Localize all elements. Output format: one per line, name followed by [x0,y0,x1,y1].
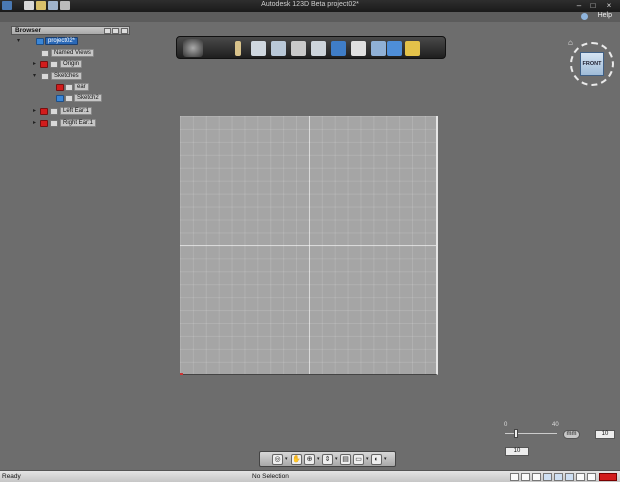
status-ready: Ready [2,473,21,480]
tree-node-left-ear[interactable]: Left Ear:1 [60,107,93,115]
pattern-icon[interactable] [311,41,326,56]
help-icon[interactable] [581,13,588,20]
view-dropdown-icon[interactable]: ▾ [366,456,370,462]
main-toolbar [176,36,446,59]
component-icon [50,108,58,115]
minimize-button[interactable]: – [574,1,584,10]
tree-node-label: Origin [63,61,80,67]
orbit-icon[interactable]: ◎ [272,454,283,465]
visibility-off-icon[interactable] [40,120,48,127]
tree-node-sketches[interactable]: Sketches [51,72,82,80]
modeling-canvas[interactable] [180,116,438,375]
close-button[interactable]: × [604,1,614,10]
grid-slider-track[interactable] [505,433,557,434]
tree-node-named-views[interactable]: Named Views [51,49,94,57]
zoom-icon[interactable]: ⊕ [304,454,315,465]
grid-slider-handle[interactable] [514,429,518,438]
grid-size-field[interactable]: 10 [595,430,615,439]
visibility-off-icon[interactable] [40,108,48,115]
navigation-bar: ◎ ▾ ✋ ⊕ ▾ ⇕ ▾ ▤ ▭ ▾ ◐ ▾ [259,451,396,467]
tree-node-label: Named Views [54,50,91,56]
construct-icon[interactable] [271,41,286,56]
status-icon-3[interactable] [532,473,541,481]
tree-node-sketch-ear[interactable]: ear [74,83,89,91]
measure-icon[interactable] [371,41,386,56]
browser-panel: Browser ▾ project02* Named Views ▸ Origi… [11,26,130,136]
status-color-swatch[interactable] [599,473,617,481]
snap-value-field[interactable]: 10 [505,447,529,456]
origin-marker [180,373,183,375]
tree-node-label: Sketches [54,73,79,79]
status-icon-2[interactable] [521,473,530,481]
text-2d-icon[interactable] [387,41,402,56]
sketch-tool-icon[interactable] [235,41,241,56]
zoom-dropdown-icon[interactable]: ▾ [317,456,321,462]
inspect-icon[interactable]: ◐ [371,454,382,465]
unit-button[interactable]: mm [563,430,580,439]
browser-options-button[interactable] [112,28,119,34]
grid-slider-max-label: 40 [552,422,559,428]
sketch-icon [65,84,73,91]
tree-node-label: Left Ear:1 [63,108,90,114]
viewcube-front-face[interactable]: FRONT [580,52,604,76]
material-icon[interactable] [405,41,420,56]
fit-icon[interactable]: ⇕ [322,454,333,465]
window-title: Autodesk 123D Beta project02* [261,1,359,8]
maximize-button[interactable]: □ [588,1,598,10]
tree-node-label: project02* [48,38,76,44]
tree-node-right-ear[interactable]: Right Ear:1 [60,119,97,127]
tree-node-label: Right Ear:1 [63,120,94,126]
status-bar: Ready No Selection [0,470,620,482]
horizontal-axis-line [180,245,436,246]
modify-icon[interactable] [291,41,306,56]
browser-close-button[interactable] [121,28,128,34]
expander-origin[interactable]: ▸ [33,61,38,67]
selection-status: No Selection [252,473,289,480]
folder-icon [41,50,49,57]
group-icon[interactable] [331,41,346,56]
tree-node-sketch2[interactable]: Sketch2 [74,94,102,102]
help-bar: Help [0,12,620,22]
tree-node-project[interactable]: project02* [45,37,79,45]
tree-node-label: Sketch2 [77,95,99,101]
folder-icon [41,73,49,80]
expander-sketches[interactable]: ▾ [33,73,38,79]
browser-pin-button[interactable] [104,28,111,34]
display-mode-icon[interactable]: ▤ [340,454,351,465]
primitives-icon[interactable] [251,41,266,56]
expander-right-ear[interactable]: ▸ [33,120,38,126]
browser-header: Browser [11,26,130,35]
browser-title: Browser [15,27,42,34]
status-icon-5[interactable] [554,473,563,481]
combine-icon[interactable] [351,41,366,56]
status-icon-1[interactable] [510,473,519,481]
viewcube[interactable]: ⌂ FRONT [566,38,618,90]
visibility-off-icon[interactable] [56,84,64,91]
menu-cube-icon[interactable] [183,39,203,57]
visibility-on-icon[interactable] [56,95,64,102]
visibility-off-icon[interactable] [40,61,48,68]
home-view-icon[interactable]: ⌂ [568,38,573,47]
sketch-icon [65,95,73,102]
orbit-dropdown-icon[interactable]: ▾ [285,456,289,462]
tree-node-origin[interactable]: Origin [60,60,83,68]
component-icon [50,120,58,127]
pan-icon[interactable]: ✋ [291,454,302,465]
status-icon-6[interactable] [565,473,574,481]
tree-node-label: ear [77,84,86,90]
status-icon-4[interactable] [543,473,552,481]
component-icon [36,38,44,45]
folder-icon [50,61,58,68]
expander-project[interactable]: ▾ [17,38,22,44]
grid-slider-min-label: 0 [504,422,508,428]
inspect-dropdown-icon[interactable]: ▾ [384,456,388,462]
title-bar: Autodesk 123D Beta project02* – □ × [0,0,620,12]
status-icon-7[interactable] [576,473,585,481]
fit-dropdown-icon[interactable]: ▾ [335,456,339,462]
view-mode-icon[interactable]: ▭ [353,454,364,465]
help-menu[interactable]: Help [598,12,612,19]
grid-controls: 0 40 mm 10 10 [500,422,618,458]
expander-left-ear[interactable]: ▸ [33,108,38,114]
status-icon-8[interactable] [587,473,596,481]
